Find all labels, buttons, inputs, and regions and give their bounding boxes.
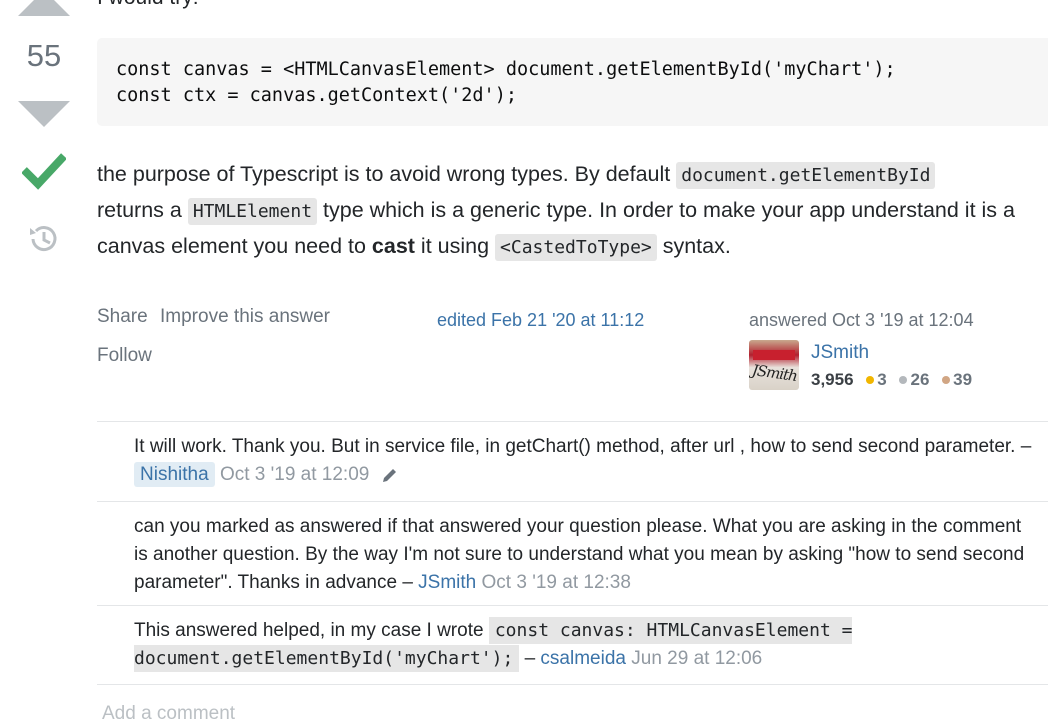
improve-answer-link[interactable]: Improve this answer <box>160 306 330 328</box>
share-link[interactable]: Share <box>97 306 148 328</box>
inline-code: <CastedToType> <box>495 234 657 261</box>
comment-date[interactable]: Jun 29 at 12:06 <box>631 648 762 669</box>
gold-badge-icon <box>866 375 875 384</box>
answer-body: the purpose of Typescript is to avoid wr… <box>97 157 1048 265</box>
answer-text: returns a <box>97 198 188 222</box>
add-comment-link[interactable]: Add a comment <box>102 703 235 725</box>
reputation: 3,956 <box>811 370 854 389</box>
code-line: const ctx = canvas.getContext('2d'); <box>116 85 517 106</box>
code-block: const canvas = <HTMLCanvasElement> docum… <box>97 38 1048 126</box>
avatar-text: JSmith <box>750 360 799 386</box>
divider <box>97 605 1048 606</box>
edited-link[interactable]: edited Feb 21 '20 at 11:12 <box>437 310 644 331</box>
gold-badge-count: 3 <box>877 370 887 389</box>
follow-link[interactable]: Follow <box>97 345 152 367</box>
divider <box>97 684 1048 685</box>
comment: It will work. Thank you. But in service … <box>134 433 1039 489</box>
avatar[interactable]: JSmith <box>749 340 799 390</box>
comment: This answered helped, in my case I wrote… <box>134 617 1039 673</box>
comment-date[interactable]: Oct 3 '19 at 12:38 <box>482 572 631 593</box>
bold-text: cast <box>371 234 415 258</box>
comment-date[interactable]: Oct 3 '19 at 12:09 <box>220 464 369 485</box>
author-name-link[interactable]: JSmith <box>811 342 869 364</box>
bronze-badge-count: 39 <box>953 370 973 389</box>
inline-code: document.getElementById <box>676 162 936 189</box>
user-stats: 3,956 3 26 39 <box>811 370 972 390</box>
code-line: const canvas = <HTMLCanvasElement> docum… <box>116 59 896 80</box>
comment-text: – <box>519 648 541 669</box>
comment: can you marked as answered if that answe… <box>134 513 1039 597</box>
pencil-icon[interactable] <box>381 466 399 484</box>
comment-user-link[interactable]: JSmith <box>418 572 476 593</box>
comment-user-link[interactable]: Nishitha <box>134 462 215 487</box>
comment-text: It will work. Thank you. But in service … <box>134 436 1032 457</box>
bronze-badge-icon <box>942 375 951 384</box>
downvote-button[interactable] <box>18 101 70 127</box>
comment-text: This answered helped, in my case I wrote <box>134 620 489 641</box>
silver-badge-count: 26 <box>910 370 930 389</box>
comment-user-link[interactable]: csalmeida <box>540 648 626 669</box>
inline-code: HTMLElement <box>187 198 318 225</box>
answer-text: it using <box>414 234 496 258</box>
answered-date: answered Oct 3 '19 at 12:04 <box>749 310 974 330</box>
upvote-button[interactable] <box>18 0 70 16</box>
divider <box>97 421 1048 422</box>
answer-text: syntax. <box>656 234 731 258</box>
silver-badge-icon <box>899 375 908 384</box>
vote-count: 55 <box>26 38 62 73</box>
checkmark-icon <box>22 153 66 190</box>
history-icon[interactable] <box>26 222 60 256</box>
intro-text: I would try: <box>97 0 199 10</box>
divider <box>97 501 1048 502</box>
answer-text: the purpose of Typescript is to avoid wr… <box>97 162 677 186</box>
